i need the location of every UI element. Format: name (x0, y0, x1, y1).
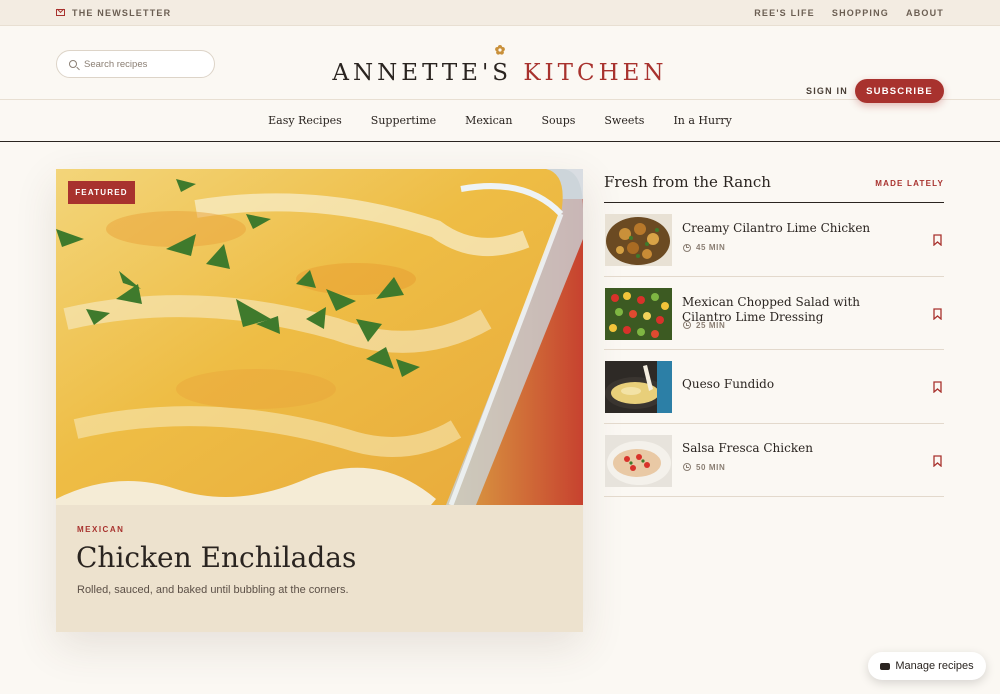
nav-sweets[interactable]: Sweets (604, 114, 644, 127)
bookmark-icon[interactable] (933, 307, 942, 320)
clock-icon (683, 243, 691, 252)
recipe-time: 25 MIN (683, 321, 725, 330)
main-nav: Easy Recipes Suppertime Mexican Soups Sw… (0, 100, 1000, 142)
latest-recipes-sidebar: Fresh from the Ranch MADE LATELY Creamy … (604, 169, 944, 497)
recipe-time: 45 MIN (683, 243, 725, 252)
utility-link-about[interactable]: ABOUT (906, 8, 944, 18)
utility-links: REE'S LIFE SHOPPING ABOUT (754, 8, 944, 18)
featured-recipe-card[interactable]: FEATURED MEXICAN Chicken Enchiladas Roll… (56, 169, 583, 632)
nav-soups[interactable]: Soups (541, 114, 575, 127)
recipe-title[interactable]: Salsa Fresca Chicken (682, 441, 902, 456)
recipe-thumbnail (605, 361, 672, 413)
sidebar-title: Fresh from the Ranch (604, 173, 771, 191)
recipe-box-icon (880, 662, 891, 670)
bookmark-icon[interactable] (933, 381, 942, 393)
recipe-list-item[interactable]: Salsa Fresca Chicken 50 MIN (604, 424, 944, 497)
recipe-list-item[interactable]: Queso Fundido (604, 350, 944, 424)
sign-in-link[interactable]: SIGN IN (806, 86, 848, 96)
made-lately-link[interactable]: MADE LATELY (875, 179, 944, 188)
featured-description: Rolled, sauced, and baked until bubbling… (77, 584, 349, 596)
nav-suppertime[interactable]: Suppertime (371, 114, 436, 127)
recipe-list-item[interactable]: Mexican Chopped Salad with Cilantro Lime… (604, 277, 944, 350)
flower-icon (495, 45, 505, 55)
bookmark-icon[interactable] (933, 234, 942, 246)
logo-word-annettes: ANNETTE'S (332, 60, 513, 86)
manage-recipes-label: Manage recipes (895, 660, 974, 672)
sidebar-header: Fresh from the Ranch MADE LATELY (604, 169, 944, 203)
recipe-list-item[interactable]: Creamy Cilantro Lime Chicken 45 MIN (604, 203, 944, 277)
featured-category[interactable]: MEXICAN (77, 525, 124, 534)
utility-bar: THE NEWSLETTER REE'S LIFE SHOPPING ABOUT (0, 0, 1000, 26)
nav-in-a-hurry[interactable]: In a Hurry (673, 114, 731, 127)
newsletter-link[interactable]: THE NEWSLETTER (56, 8, 171, 18)
newsletter-label: THE NEWSLETTER (72, 7, 172, 18)
recipe-time-label: 25 MIN (696, 320, 726, 330)
recipe-time: 50 MIN (683, 463, 725, 472)
utility-link-rees-life[interactable]: REE'S LIFE (754, 8, 815, 18)
bookmark-icon[interactable] (933, 454, 942, 467)
mail-icon (56, 9, 65, 16)
recipe-thumbnail (605, 214, 672, 266)
clock-icon (683, 321, 691, 329)
nav-mexican[interactable]: Mexican (465, 114, 512, 127)
utility-link-shopping[interactable]: SHOPPING (832, 8, 889, 18)
site-logo[interactable]: ANNETTE'S KITCHEN (0, 60, 1000, 86)
subscribe-button[interactable]: SUBSCRIBE (855, 79, 944, 103)
recipe-time-label: 45 MIN (696, 243, 726, 252)
recipe-title[interactable]: Creamy Cilantro Lime Chicken (682, 221, 902, 236)
manage-recipes-button[interactable]: Manage recipes (868, 652, 986, 680)
featured-badge: FEATURED (68, 181, 135, 204)
recipe-thumbnail (605, 287, 672, 340)
logo-word-kitchen: KITCHEN (523, 60, 668, 86)
clock-icon (683, 463, 691, 471)
recipe-thumbnail (605, 434, 672, 487)
featured-title[interactable]: Chicken Enchiladas (76, 541, 356, 574)
recipe-title[interactable]: Queso Fundido (682, 377, 902, 392)
site-header: ANNETTE'S KITCHEN SIGN IN SUBSCRIBE (0, 26, 1000, 103)
recipe-time-label: 50 MIN (696, 462, 726, 472)
nav-easy-recipes[interactable]: Easy Recipes (268, 114, 342, 127)
featured-recipe-photo (56, 169, 583, 505)
